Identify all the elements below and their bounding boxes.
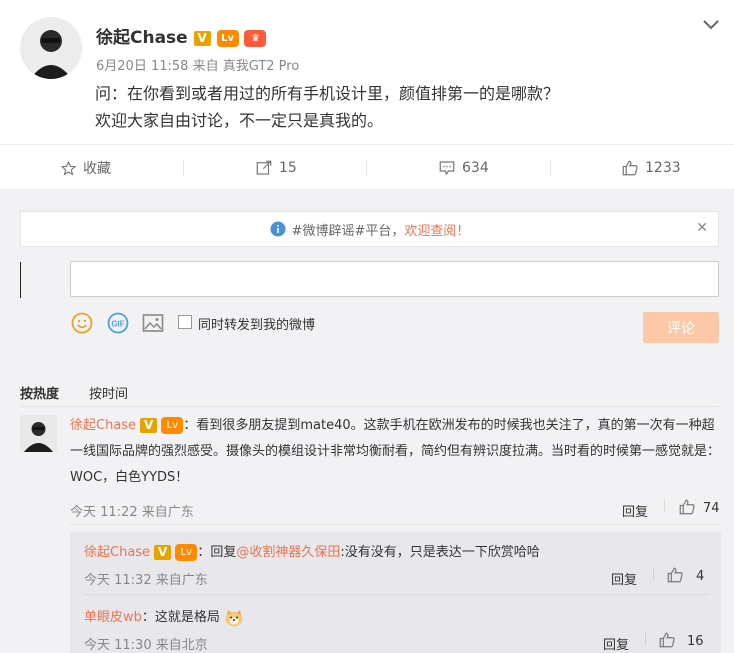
post-source-prefix: 来自 [192,59,219,74]
post-source[interactable]: 真我GT2 Pro [223,59,300,74]
divider [84,594,709,595]
comment-avatar[interactable] [20,415,57,452]
like-button[interactable]: 1233 [621,145,681,191]
verified-badge-icon: V [140,418,158,433]
reply-button[interactable]: 回复 [622,501,648,520]
level-badge-icon: Lv [175,544,198,561]
rumor-notice-banner: #微博辟谣#平台， 欢迎查阅！ ✕ [20,211,719,247]
level-badge-icon: Lv [161,417,184,434]
author-name[interactable]: 徐起Chase V Lv ♛ [96,23,267,48]
reply-text: ：这就是格局 [141,610,220,625]
reply-source: 来自广东 [155,573,208,588]
post-text-line: 问：在你看到或者用过的所有手机设计里，颜值排第一的是哪款？ [95,84,560,103]
reply-like-count: 4 [696,569,705,584]
like-icon[interactable] [678,498,696,520]
comment-meta: 今天 11:22 来自广东 [70,501,194,520]
gif-icon[interactable]: GIF [107,312,129,334]
notice-text: #微博辟谣#平台， [291,223,405,239]
comment-like-count: 74 [703,501,720,516]
reply-item: 徐起Chase V Lv ：回复@收割神器久保田:没有没有，只是表达一下欣赏哈哈 [84,541,540,561]
repost-count: 15 [279,160,297,176]
comment-time: 今天 11:22 [70,505,138,520]
text-cursor [20,262,21,298]
reply-source: 来自北京 [155,638,208,653]
like-icon[interactable] [658,631,676,653]
repost-checkbox[interactable] [178,315,192,329]
comment-source: 来自广东 [141,505,194,520]
sort-by-hot-tab[interactable]: 按热度 [20,383,59,402]
reply-author[interactable]: 徐起Chase [84,545,150,560]
verified-badge-icon: V [154,545,172,560]
level-badge-icon: Lv [216,29,239,47]
reply-meta: 今天 11:30 来自北京 [84,634,208,653]
verified-badge-icon: V [193,30,211,46]
repost-icon [256,160,272,175]
reply-text: :没有没有，只是表达一下欣赏哈哈 [340,545,540,560]
comment-input[interactable] [70,261,719,297]
divider [20,406,719,407]
reply-time: 今天 11:30 [84,638,152,653]
chevron-down-icon[interactable] [702,16,720,30]
reply-author[interactable]: 单眼皮wb [84,610,142,625]
like-count: 1233 [645,160,681,176]
info-icon [270,221,286,237]
divider [70,524,720,525]
reply-item: 单眼皮wb：这就是格局 [84,606,244,627]
favorite-button[interactable]: 收藏 [60,145,111,191]
comment-count: 634 [462,160,489,176]
comment-author[interactable]: 徐起Chase [70,418,136,433]
reply-button[interactable]: 回复 [611,569,637,588]
notice-link[interactable]: 欢迎查阅！ [404,220,469,239]
emoji-icon[interactable] [71,312,93,334]
comment-button[interactable]: 634 [438,145,489,191]
repost-button[interactable]: 15 [255,145,297,191]
post-text-line: 欢迎大家自由讨论，不一定只是真我的。 [95,111,384,130]
star-icon [60,160,77,176]
image-icon[interactable] [142,312,164,334]
author-name-text[interactable]: 徐起Chase [96,28,188,48]
reply-time: 今天 11:32 [84,573,152,588]
comment-icon [439,161,455,176]
action-bar: 收藏 15 634 1233 [0,144,734,190]
fan-badge-icon: ♛ [244,29,267,47]
submit-comment-button[interactable]: 评论 [643,312,719,343]
reply-button[interactable]: 回复 [603,634,629,653]
reply-mention-link[interactable]: @收割神器久保田 [236,545,340,560]
like-icon[interactable] [666,566,684,588]
post-meta: 6月20日 11:58 来自 真我GT2 Pro [96,55,299,74]
sort-by-time-tab[interactable]: 按时间 [89,383,128,402]
favorite-label: 收藏 [83,161,111,177]
reply-like-count: 16 [687,634,704,649]
repost-checkbox-label[interactable]: 同时转发到我的微博 [198,314,315,333]
reply-prefix: ：回复 [197,545,237,560]
author-avatar[interactable] [20,17,82,79]
like-icon [622,160,638,176]
post-time[interactable]: 6月20日 11:58 [96,59,188,74]
post-body: 问：在你看到或者用过的所有手机设计里，颜值排第一的是哪款？ 欢迎大家自由讨论，不… [95,80,559,134]
reply-meta: 今天 11:32 来自广东 [84,569,208,588]
comment-body: 徐起Chase V Lv ：看到很多朋友提到mate40。这款手机在欧洲发布的时候… [70,413,720,491]
doge-emoji-icon [225,609,243,626]
close-icon[interactable]: ✕ [696,220,708,236]
svg-text:GIF: GIF [111,320,124,329]
